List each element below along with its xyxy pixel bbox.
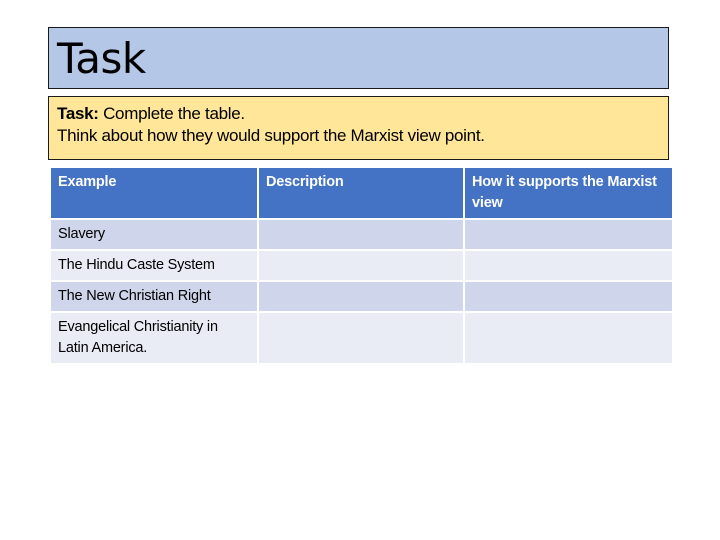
task-table: Example Description How it supports the … [49,166,674,365]
title-box: Task [48,27,669,89]
table-header-row: Example Description How it supports the … [51,168,672,218]
table-row: Slavery [51,220,672,249]
cell-support[interactable] [465,251,672,280]
task-label: Task: [57,104,99,123]
cell-description[interactable] [259,220,463,249]
cell-support[interactable] [465,282,672,311]
task-instruction: Complete the table. [98,104,245,123]
cell-example: The Hindu Caste System [51,251,257,280]
cell-description[interactable] [259,313,463,363]
cell-support[interactable] [465,313,672,363]
cell-example: Slavery [51,220,257,249]
cell-example: Evangelical Christianity in Latin Americ… [51,313,257,363]
cell-description[interactable] [259,282,463,311]
table-row: The Hindu Caste System [51,251,672,280]
header-example: Example [51,168,257,218]
slide-title: Task [57,34,146,83]
header-support: How it supports the Marxist view [465,168,672,218]
table-row: The New Christian Right [51,282,672,311]
task-prompt: Think about how they would support the M… [57,126,485,145]
task-instruction-line: Task: Complete the table. [57,103,660,124]
cell-example: The New Christian Right [51,282,257,311]
header-description: Description [259,168,463,218]
task-instruction-box: Task: Complete the table. Think about ho… [48,96,669,160]
cell-description[interactable] [259,251,463,280]
table-row: Evangelical Christianity in Latin Americ… [51,313,672,363]
cell-support[interactable] [465,220,672,249]
